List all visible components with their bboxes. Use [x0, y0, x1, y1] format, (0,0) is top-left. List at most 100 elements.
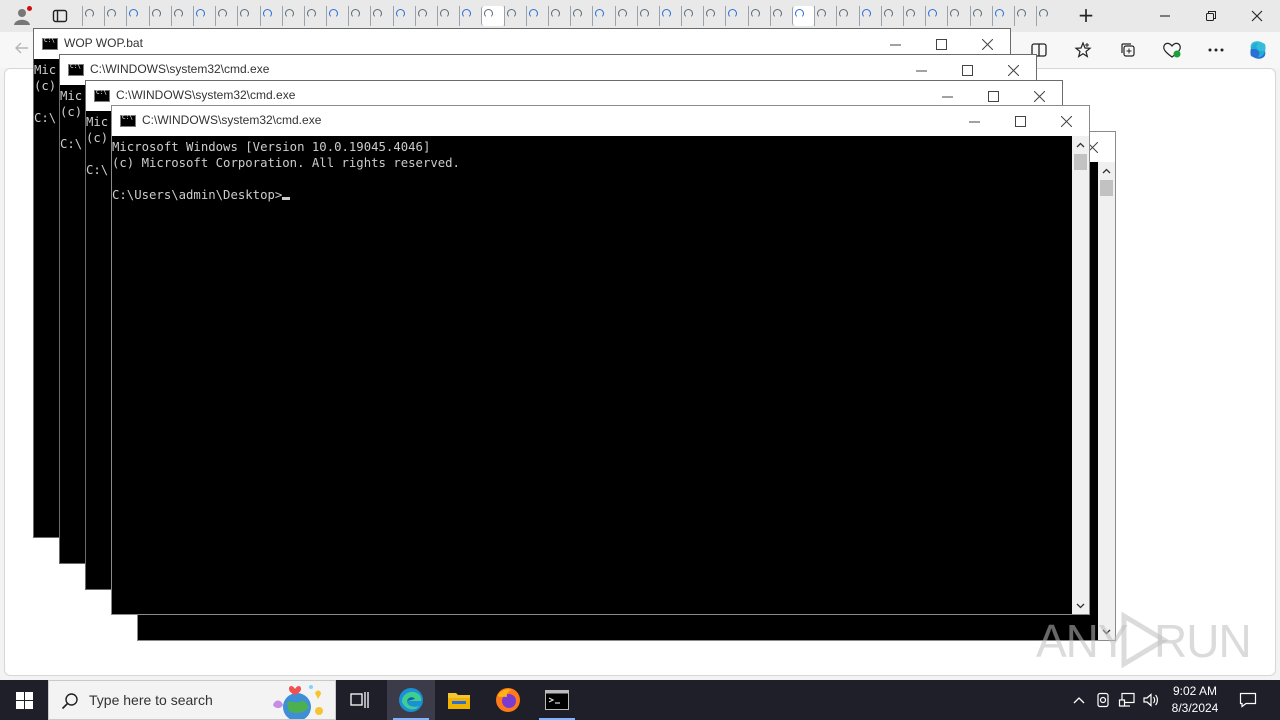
settings-more-button[interactable] [1203, 38, 1229, 62]
browser-tab[interactable] [991, 6, 1014, 26]
tab-actions-button[interactable] [48, 4, 72, 28]
browser-restore-button[interactable] [1188, 0, 1234, 32]
browser-tab[interactable] [858, 6, 881, 26]
minimize-button[interactable] [951, 106, 997, 136]
browser-tab[interactable] [259, 6, 282, 26]
browser-tab[interactable] [1013, 6, 1036, 26]
browser-tab[interactable] [902, 6, 925, 26]
console-line: (c) Microsoft Corporation. All rights re… [112, 156, 460, 170]
browser-tab[interactable] [192, 6, 215, 26]
profile-button[interactable] [8, 4, 36, 28]
browser-tab[interactable] [947, 6, 969, 26]
back-button[interactable] [14, 40, 30, 60]
maximize-button[interactable] [997, 106, 1043, 136]
chevron-up-icon [1102, 168, 1111, 173]
notifications-button[interactable] [1230, 680, 1266, 720]
console-line: C:\Users\admin\Desktop> [112, 187, 460, 203]
browser-tab[interactable] [414, 6, 437, 26]
browser-tab[interactable] [681, 6, 703, 26]
browser-tab[interactable] [104, 6, 126, 26]
browser-essentials-button[interactable] [1159, 38, 1185, 62]
console-app-icon [94, 89, 110, 102]
browser-tab[interactable] [126, 6, 148, 26]
favorites-button[interactable] [1070, 38, 1096, 62]
tray-device-button[interactable] [1092, 680, 1114, 720]
console-window-active[interactable]: C:\WINDOWS\system32\cmd.exe Microsoft Wi… [111, 105, 1090, 615]
browser-tab[interactable] [836, 6, 858, 26]
browser-tab[interactable] [658, 6, 681, 26]
collections-button[interactable] [1115, 38, 1141, 62]
browser-tab[interactable] [281, 6, 304, 26]
system-clock[interactable]: 9:02 AM 8/3/2024 [1160, 683, 1230, 717]
browser-close-button[interactable] [1234, 0, 1280, 32]
scroll-thumb[interactable] [1100, 180, 1113, 196]
browser-tab[interactable] [437, 6, 459, 26]
notification-icon [1239, 692, 1257, 708]
browser-tab[interactable] [148, 6, 171, 26]
browser-tab[interactable] [547, 6, 570, 26]
browser-tab[interactable] [215, 6, 237, 26]
window-title: C:\WINDOWS\system32\cmd.exe [142, 113, 322, 127]
scroll-up-button[interactable] [1072, 136, 1089, 153]
console-app-icon [120, 114, 136, 127]
back-arrow-icon [15, 42, 28, 54]
browser-tab[interactable] [370, 6, 392, 26]
console-scrollbar[interactable] [1072, 136, 1089, 614]
browser-tab[interactable] [237, 6, 259, 26]
new-tab-button[interactable]: + [1072, 4, 1100, 28]
taskbar-app-edge[interactable] [387, 680, 435, 720]
console-title-bar[interactable]: C:\WINDOWS\system32\cmd.exe [112, 106, 1089, 136]
browser-tab[interactable] [392, 6, 415, 26]
scroll-thumb[interactable] [1074, 154, 1087, 170]
command-prompt-icon [545, 690, 569, 710]
browser-tab[interactable] [170, 6, 193, 26]
browser-tab[interactable] [303, 6, 326, 26]
scroll-up-button[interactable] [1098, 162, 1115, 179]
console-line: Microsoft Windows [Version 10.0.19045.40… [112, 140, 431, 154]
browser-tab[interactable] [814, 6, 836, 26]
minimize-icon [1160, 15, 1170, 17]
taskbar-search-box[interactable]: Type here to search [48, 680, 336, 720]
network-button[interactable] [1116, 680, 1138, 720]
minimize-icon [915, 70, 927, 71]
browser-tab[interactable] [703, 6, 725, 26]
browser-tab[interactable] [880, 6, 903, 26]
browser-tab[interactable] [614, 6, 637, 26]
minimize-icon [968, 121, 980, 122]
console-output[interactable]: Microsoft Windows [Version 10.0.19045.40… [112, 136, 1072, 614]
search-placeholder: Type here to search [89, 692, 213, 708]
browser-tab[interactable] [792, 6, 815, 26]
browser-tab[interactable] [636, 6, 659, 26]
browser-tab[interactable] [570, 6, 592, 26]
browser-minimize-button[interactable] [1142, 0, 1188, 32]
taskbar-app-command-prompt[interactable] [533, 680, 581, 720]
browser-tab[interactable] [925, 6, 947, 26]
browser-tab[interactable] [82, 6, 104, 26]
browser-tab[interactable] [326, 6, 348, 26]
browser-tab[interactable] [525, 6, 548, 26]
browser-tab[interactable] [481, 6, 504, 26]
browser-tab[interactable] [1036, 6, 1058, 26]
console-scrollbar[interactable] [1098, 162, 1115, 640]
browser-tab[interactable] [725, 6, 747, 26]
tab-strip [82, 6, 1058, 28]
volume-button[interactable] [1140, 680, 1162, 720]
browser-tab[interactable] [459, 6, 481, 26]
browser-tab[interactable] [747, 6, 770, 26]
task-view-button[interactable] [336, 680, 384, 720]
browser-tab[interactable] [769, 6, 792, 26]
taskbar-app-firefox[interactable] [484, 680, 532, 720]
close-button[interactable] [1043, 106, 1089, 136]
taskbar-app-file-explorer[interactable] [435, 680, 483, 720]
browser-tab[interactable] [969, 6, 992, 26]
copilot-button[interactable] [1245, 38, 1271, 62]
watermark-text-right: RUN [1154, 615, 1252, 667]
anyrun-watermark: ANY RUN [1036, 610, 1252, 670]
browser-tab[interactable] [348, 6, 370, 26]
console-app-icon [42, 37, 58, 50]
start-button[interactable] [0, 680, 48, 720]
browser-tab[interactable] [503, 6, 526, 26]
browser-tab[interactable] [592, 6, 614, 26]
show-hidden-icons-button[interactable] [1068, 680, 1090, 720]
